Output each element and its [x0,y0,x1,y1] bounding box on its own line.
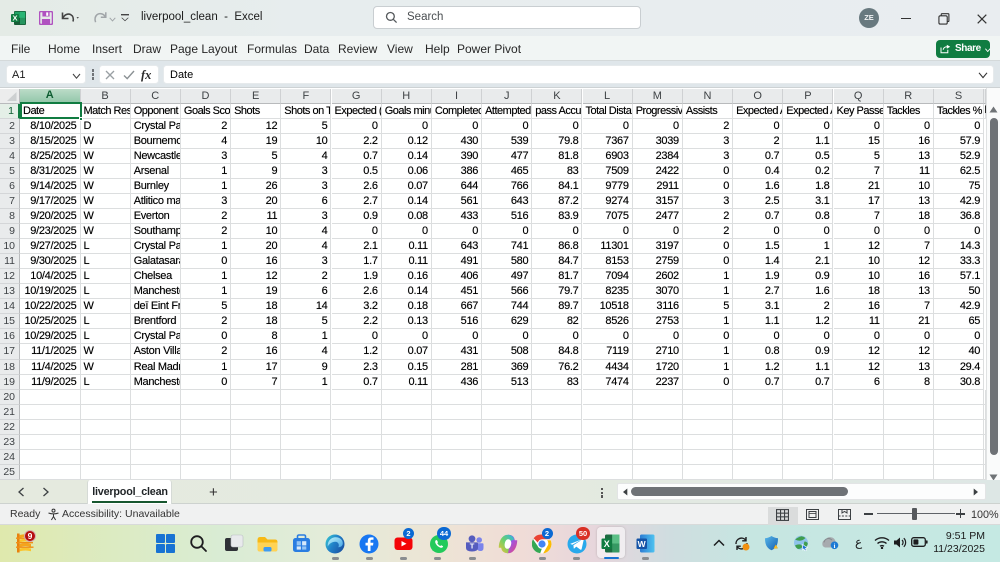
svg-text:X: X [12,14,17,23]
svg-text:X: X [604,539,610,549]
svg-text:W: W [637,539,646,549]
svg-text:T: T [469,541,474,550]
svg-text:i: i [834,543,836,550]
